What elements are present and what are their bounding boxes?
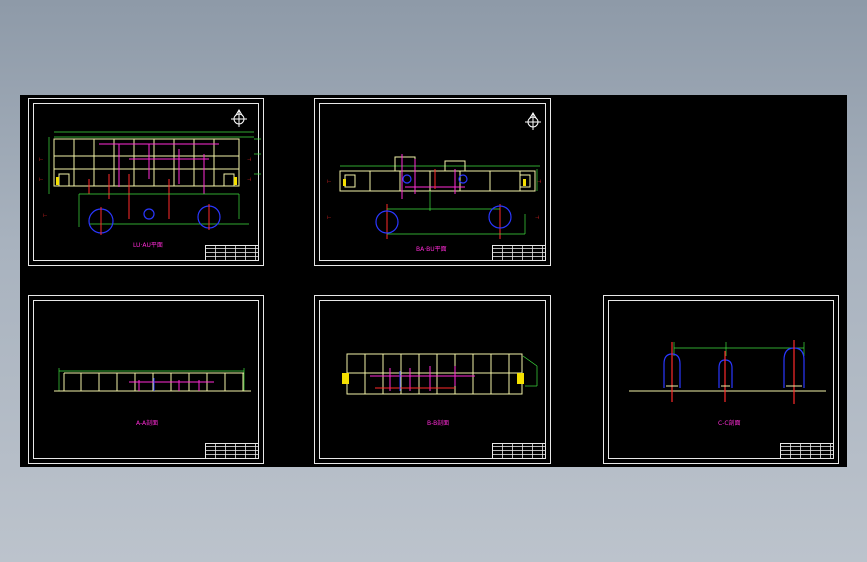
drawing-sheet-plan-1[interactable]: ⊢ ⊢ ⊣ ⊣ ⊢ LU·AU平面: [28, 98, 264, 266]
drawing-sheet-plan-2[interactable]: ⊢ ⊣ ⊢ ⊣ BA·BU平面: [314, 98, 551, 266]
title-block: [205, 443, 258, 458]
section-b-drawing: [342, 353, 538, 395]
title-block: [205, 245, 258, 260]
svg-text:⊢: ⊢: [327, 215, 331, 221]
drawing-sheet-section-a[interactable]: A-A剖面: [28, 295, 264, 464]
svg-text:⊣: ⊣: [537, 179, 541, 185]
svg-text:⊢: ⊢: [39, 177, 43, 183]
sheet-title: B-B剖面: [427, 420, 450, 427]
title-block: [492, 245, 545, 260]
sheet-title: LU·AU平面: [133, 242, 163, 249]
svg-text:⊢: ⊢: [327, 179, 331, 185]
north-arrow-icon: [231, 109, 247, 127]
svg-text:⊣: ⊣: [247, 157, 251, 163]
north-arrow-icon: [525, 112, 541, 130]
drawing-sheet-section-c[interactable]: C-C剖面: [603, 295, 839, 464]
sheet-title: A-A剖面: [136, 420, 159, 427]
section-a-drawing: [54, 368, 251, 392]
section-c-drawing: [629, 340, 826, 404]
svg-text:⊣: ⊣: [247, 177, 251, 183]
title-block: [780, 443, 833, 458]
sheet-title: BA·BU平面: [416, 246, 447, 253]
sheet-title: C-C剖面: [718, 420, 741, 427]
svg-text:⊣: ⊣: [535, 215, 539, 221]
plan-2-drawing: ⊢ ⊣ ⊢ ⊣: [327, 112, 541, 239]
drawing-sheet-section-b[interactable]: B-B剖面: [314, 295, 551, 464]
cad-model-space[interactable]: ⊢ ⊢ ⊣ ⊣ ⊢ LU·AU平面 ⊢ ⊣ ⊢ ⊣ BA·BU平面 A-A剖面 …: [20, 95, 847, 467]
svg-text:⊢: ⊢: [39, 157, 43, 163]
svg-text:⊢: ⊢: [43, 213, 47, 219]
title-block: [492, 443, 545, 458]
